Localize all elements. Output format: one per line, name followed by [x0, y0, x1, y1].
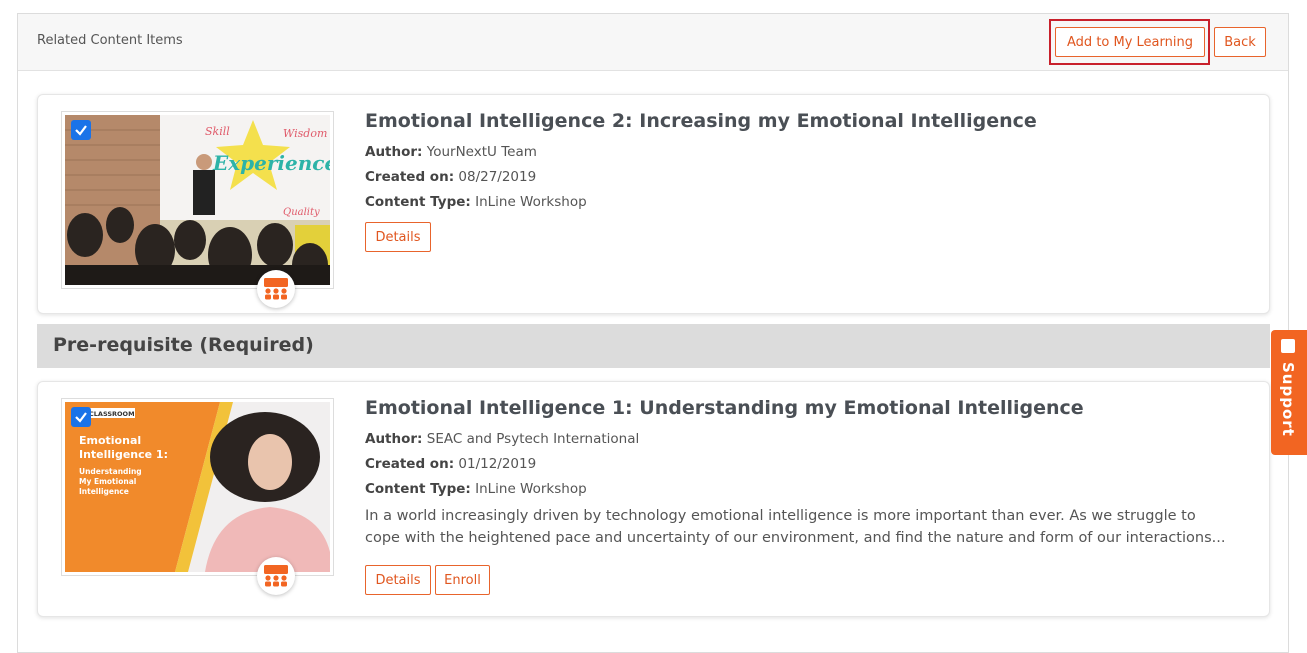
- classroom-icon: [257, 557, 295, 595]
- author-value: SEAC and Psytech International: [426, 431, 640, 447]
- content-type-label: Content Type:: [365, 481, 471, 497]
- select-checkbox[interactable]: [71, 407, 91, 427]
- svg-text:My Emotional: My Emotional: [79, 477, 136, 486]
- section-title: Pre-requisite (Required): [53, 334, 314, 356]
- thumbnail-image: Skill Wisdom Experience Quality: [65, 115, 330, 285]
- add-to-my-learning-button[interactable]: Add to My Learning: [1055, 27, 1205, 57]
- created-row: Created on: 01/12/2019: [365, 456, 536, 472]
- content-card: Skill Wisdom Experience Quality Emotiona…: [37, 94, 1270, 314]
- content-type-label: Content Type:: [365, 194, 471, 210]
- author-row: Author: YourNextU Team: [365, 144, 537, 160]
- related-content-panel: Related Content Items Add to My Learning…: [17, 13, 1289, 653]
- content-type-value: InLine Workshop: [475, 481, 587, 497]
- check-icon: [75, 412, 87, 423]
- created-value: 08/27/2019: [458, 169, 537, 185]
- content-type-value: InLine Workshop: [475, 194, 587, 210]
- content-card: CLASSROOM Emotional Intelligence 1: Unde…: [37, 381, 1270, 617]
- author-value: YourNextU Team: [426, 144, 537, 160]
- description-line: In a world increasingly driven by techno…: [365, 508, 1196, 524]
- created-label: Created on:: [365, 169, 455, 185]
- created-row: Created on: 08/27/2019: [365, 169, 536, 185]
- svg-text:Emotional: Emotional: [79, 434, 141, 447]
- thumbnail-image: CLASSROOM Emotional Intelligence 1: Unde…: [65, 402, 330, 572]
- svg-text:Intelligence 1:: Intelligence 1:: [79, 448, 168, 461]
- support-icon: [1281, 339, 1295, 353]
- thumb-tag: CLASSROOM: [89, 410, 135, 418]
- thumb-word-skill: Skill: [205, 125, 230, 138]
- thumbnail[interactable]: CLASSROOM Emotional Intelligence 1: Unde…: [61, 398, 334, 576]
- thumb-word-wisdom: Wisdom: [283, 127, 327, 140]
- svg-text:Intelligence: Intelligence: [79, 487, 129, 496]
- item-description: In a world increasingly driven by techno…: [365, 505, 1245, 549]
- thumb-word-experience: Experience: [212, 151, 330, 175]
- author-label: Author:: [365, 144, 423, 160]
- thumb-word-quality: Quality: [283, 207, 320, 218]
- details-button[interactable]: Details: [365, 565, 431, 595]
- panel-title: Related Content Items: [37, 33, 183, 48]
- item-title[interactable]: Emotional Intelligence 1: Understanding …: [365, 397, 1084, 419]
- support-tab[interactable]: Support: [1271, 330, 1307, 455]
- content-type-row: Content Type: InLine Workshop: [365, 194, 587, 210]
- enroll-button[interactable]: Enroll: [435, 565, 490, 595]
- workshop-photo: Skill Wisdom Experience Quality: [65, 115, 330, 285]
- created-value: 01/12/2019: [458, 456, 537, 472]
- check-icon: [75, 125, 87, 136]
- created-label: Created on:: [365, 456, 455, 472]
- description-line: cope with the heightened pace and uncert…: [365, 530, 1226, 546]
- svg-text:Understanding: Understanding: [79, 467, 142, 476]
- panel-header: Related Content Items Add to My Learning…: [18, 14, 1288, 71]
- content-type-row: Content Type: InLine Workshop: [365, 481, 587, 497]
- back-button[interactable]: Back: [1214, 27, 1266, 57]
- thumbnail[interactable]: Skill Wisdom Experience Quality: [61, 111, 334, 289]
- classroom-icon: [257, 270, 295, 308]
- course-cover-image: CLASSROOM Emotional Intelligence 1: Unde…: [65, 402, 330, 572]
- author-row: Author: SEAC and Psytech International: [365, 431, 639, 447]
- select-checkbox[interactable]: [71, 120, 91, 140]
- support-label: Support: [1279, 362, 1297, 437]
- section-header: Pre-requisite (Required): [37, 324, 1270, 368]
- details-button[interactable]: Details: [365, 222, 431, 252]
- author-label: Author:: [365, 431, 423, 447]
- item-title[interactable]: Emotional Intelligence 2: Increasing my …: [365, 110, 1037, 132]
